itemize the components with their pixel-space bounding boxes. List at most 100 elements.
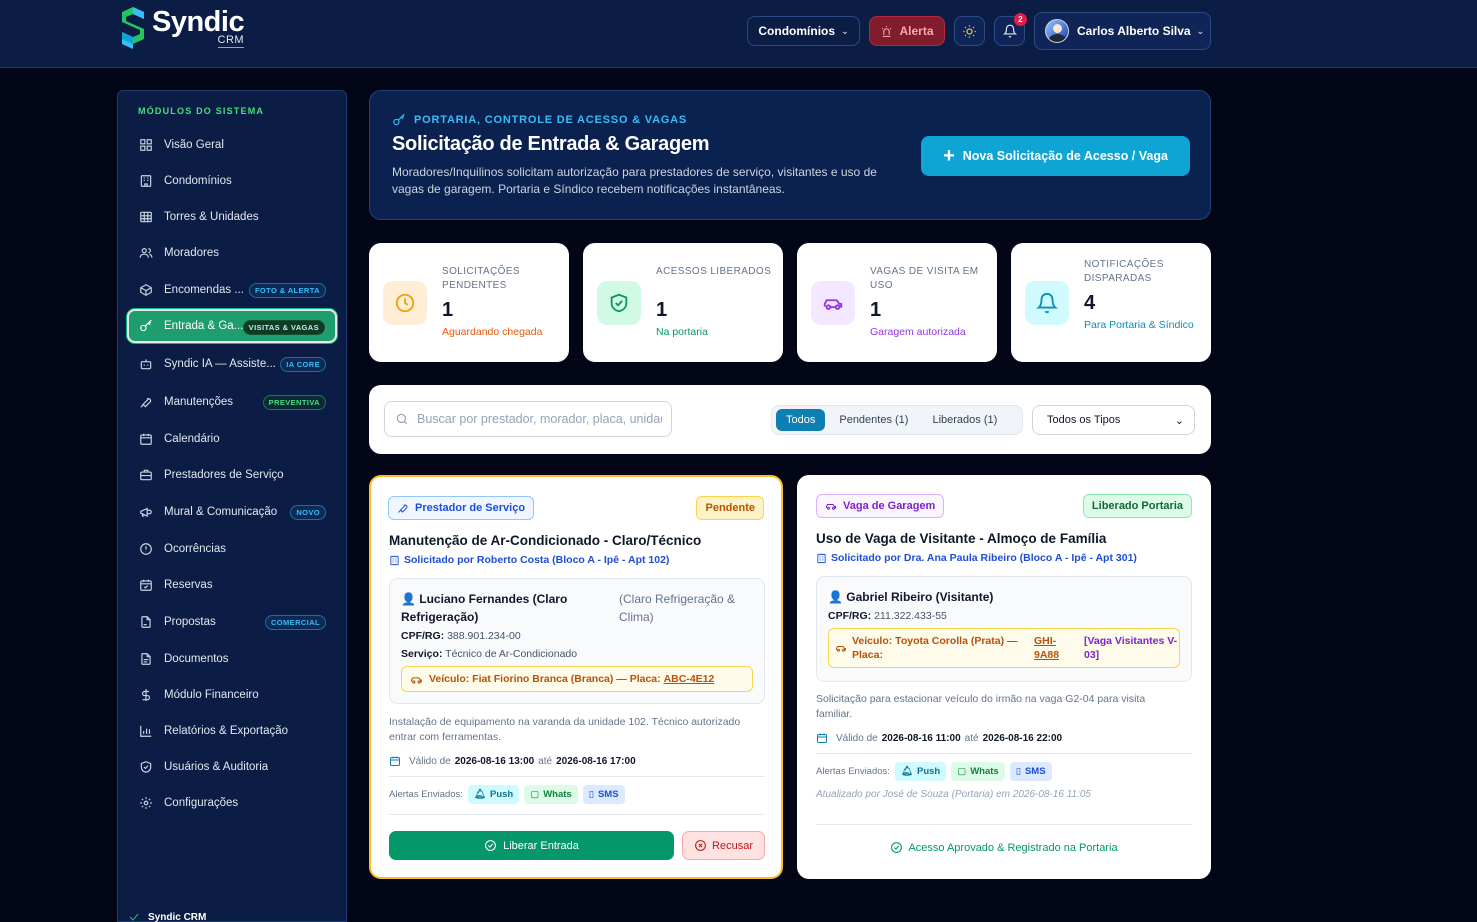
wrench-icon (139, 395, 153, 409)
sidebar-footer-label: Syndic CRM (148, 911, 207, 922)
sidebar-item-mural-comunicação[interactable]: Mural & Comunicação NOVO (128, 496, 336, 528)
theme-toggle[interactable] (954, 16, 985, 46)
tab-liberados[interactable]: Liberados (1) (922, 409, 1007, 431)
bell-icon (1002, 24, 1017, 38)
sidebar-item-módulo-financeiro[interactable]: Módulo Financeiro (128, 679, 336, 711)
sidebar-item-label: Condomínios (164, 175, 232, 187)
siren-icon (882, 25, 892, 37)
search-box[interactable] (384, 401, 672, 437)
phone-icon: ▯ (588, 789, 594, 800)
logo-small-icon (129, 913, 139, 921)
sidebar-item-label: Reservas (164, 579, 213, 591)
calendar-icon (390, 756, 400, 766)
building-icon (139, 174, 153, 188)
sidebar-item-prestadores-de-serviço[interactable]: Prestadores de Serviço (128, 459, 336, 491)
divider (389, 776, 765, 777)
sidebar-item-label: Syndic IA — Assiste... (164, 358, 276, 370)
chat-icon: ▢ (530, 789, 540, 800)
user-name: Carlos Alberto Silva (1077, 24, 1191, 38)
vehicle-text: Veículo: Toyota Corolla (Prata) — Placa: (852, 635, 1018, 661)
visitor-company: (Claro Refrigeração & Clima) (619, 592, 736, 624)
reject-button[interactable]: Recusar (682, 831, 765, 860)
x-circle-icon (695, 840, 706, 851)
valid-prefix: Válido de (836, 732, 878, 744)
sidebar-item-calendário[interactable]: Calendário (128, 423, 336, 455)
sidebar-item-syndic-ia-assiste[interactable]: Syndic IA — Assiste... IA CORE (128, 348, 336, 380)
sidebar-item-tag: IA CORE (280, 357, 326, 372)
sidebar-item-propostas[interactable]: Propostas COMERCIAL (128, 606, 336, 638)
category-label: Prestador de Serviço (415, 502, 526, 514)
sidebar-item-label: Documentos (164, 653, 229, 665)
dollar-icon (139, 688, 153, 702)
new-request-button[interactable]: + Nova Solicitação de Acesso / Vaga (921, 136, 1190, 176)
visitor-doc: CPF/RG: 211.322.433-55 (828, 610, 947, 622)
request-card-provider: Prestador de Serviço Pendente Manutenção… (369, 475, 783, 879)
sidebar-item-torres-unidades[interactable]: Torres & Unidades (128, 201, 336, 233)
sidebar-item-documentos[interactable]: Documentos (128, 643, 336, 675)
type-select-value: Todos os Tipos (1047, 414, 1121, 426)
condominios-label: Condomínios (758, 24, 836, 38)
sidebar-item-entrada-ga[interactable]: Entrada & Ga... VISITAS & VAGAS (127, 309, 337, 343)
updated-by: Atualizado por José de Souza (Portaria) … (816, 789, 1091, 800)
alert-chip-whats: ▢ Whats (951, 762, 1005, 781)
type-select[interactable]: Todos os Tipos ⌄ (1032, 405, 1195, 435)
hero-kicker: PORTARIA, CONTROLE DE ACESSO & VAGAS (392, 113, 687, 127)
sidebar-item-relatórios-exportação[interactable]: Relatórios & Exportação (128, 715, 336, 747)
car-icon (411, 676, 422, 684)
sidebar-item-tag: PREVENTIVA (262, 395, 326, 410)
sidebar-item-encomendas[interactable]: Encomendas ... FOTO & ALERTA (128, 274, 336, 306)
requested-by-text: Solicitado por Roberto Costa (Bloco A - … (404, 554, 670, 566)
building-icon (390, 555, 399, 565)
divider (816, 824, 1192, 825)
notifications-button[interactable]: 2 (994, 13, 1027, 46)
page-title: Solicitação de Entrada & Garagem (392, 133, 710, 155)
approve-entry-button[interactable]: Liberar Entrada (389, 831, 674, 860)
alerts-sent: Alertas Enviados: 🔔︎ Push ▢ Whats ▯ SMS (389, 785, 625, 804)
alert-button[interactable]: Alerta (869, 16, 945, 46)
alerts-label: Alertas Enviados: (816, 766, 890, 777)
search-input[interactable] (417, 412, 662, 426)
briefcase-icon (139, 468, 153, 482)
sidebar-item-visão-geral[interactable]: Visão Geral (128, 129, 336, 161)
check-circle-icon (485, 840, 496, 851)
sidebar-item-reservas[interactable]: Reservas (128, 569, 336, 601)
sidebar-item-configurações[interactable]: Configurações (128, 787, 336, 819)
vehicle-text: Veículo: Fiat Fiorino Branca (Branca) — … (429, 673, 661, 685)
sidebar-item-ocorrências[interactable]: Ocorrências (128, 533, 336, 565)
visitor-details: 👤 Gabriel Ribeiro (Visitante) CPF/RG: 21… (816, 576, 1192, 682)
stat-label: SOLICITAÇÕES PENDENTES (442, 266, 520, 291)
sidebar-item-usuários-auditoria[interactable]: Usuários & Auditoria (128, 751, 336, 783)
doc-value: 211.322.433-55 (874, 610, 947, 622)
stat-value: 1 (656, 299, 668, 321)
calendar-check-icon (139, 578, 153, 592)
file-icon (139, 652, 153, 666)
user-menu[interactable]: Carlos Alberto Silva ⌄ (1034, 12, 1211, 50)
service-value: Técnico de Ar-Condicionado (445, 648, 578, 660)
brand-logo[interactable]: Syndic CRM (118, 6, 245, 52)
sidebar-item-label: Ocorrências (164, 543, 226, 555)
reject-label: Recusar (712, 839, 753, 852)
key-icon (139, 319, 153, 333)
tab-todos[interactable]: Todos (776, 409, 826, 431)
tab-pendentes[interactable]: Pendentes (1) (829, 409, 918, 431)
stat-value: 1 (442, 299, 454, 321)
valid-mid: até (964, 732, 979, 744)
request-card-parking: Vaga de Garagem Liberado Portaria Uso de… (797, 475, 1211, 879)
sidebar-item-manutenções[interactable]: Manutenções PREVENTIVA (128, 386, 336, 418)
alert-chip-push: 🔔︎ Push (467, 785, 520, 804)
sidebar-item-tag: FOTO & ALERTA (248, 283, 326, 298)
condominios-dropdown[interactable]: Condomínios ⌄ (747, 16, 860, 46)
car-icon (836, 646, 846, 652)
package-icon (139, 283, 153, 297)
valid-prefix: Válido de (409, 755, 451, 767)
car-icon (826, 504, 836, 510)
sidebar-item-label: Módulo Financeiro (164, 689, 259, 701)
sidebar-item-label: Moradores (164, 247, 219, 259)
grid-icon (139, 138, 153, 152)
sidebar-item-condomínios[interactable]: Condomínios (128, 165, 336, 197)
sidebar-item-moradores[interactable]: Moradores (128, 237, 336, 269)
alert-label: Alerta (899, 24, 934, 38)
sidebar-item-label: Configurações (164, 797, 239, 809)
clock-icon (383, 281, 427, 325)
chevron-down-icon: ⌄ (1196, 25, 1205, 36)
